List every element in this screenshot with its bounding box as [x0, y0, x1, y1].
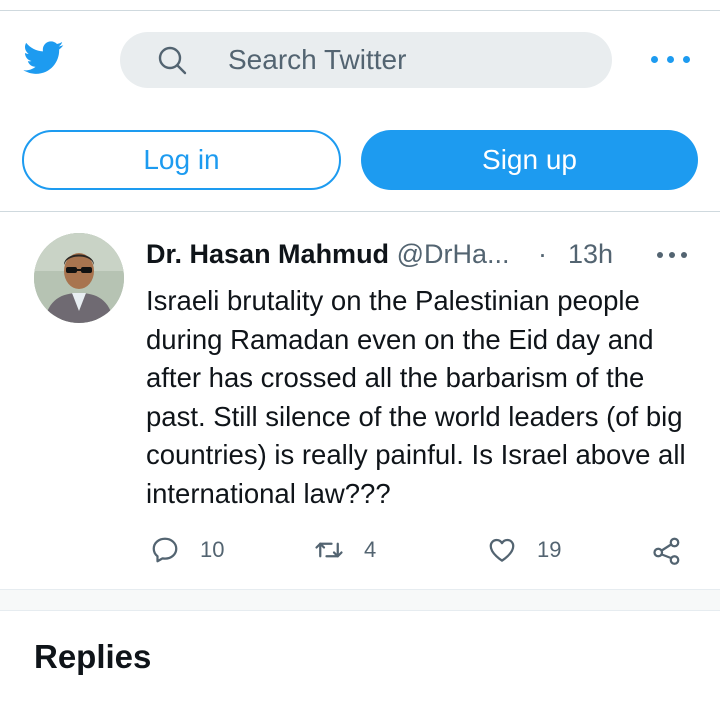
- search-icon: [158, 46, 187, 75]
- share-icon: [653, 537, 680, 565]
- retweet-button[interactable]: 4: [314, 530, 376, 570]
- search-box[interactable]: Search Twitter: [120, 32, 612, 88]
- tweet[interactable]: Dr. Hasan Mahmud @DrHa... · 13h Israeli …: [0, 212, 720, 590]
- meta-separator: ·: [538, 239, 547, 269]
- tweet-actions: 10 4 19: [0, 530, 720, 570]
- more-options-icon[interactable]: [651, 56, 691, 64]
- avatar[interactable]: [34, 233, 124, 323]
- login-button[interactable]: Log in: [22, 130, 341, 190]
- tweet-time[interactable]: 13h: [568, 238, 613, 270]
- top-bar: Search Twitter: [0, 28, 720, 92]
- like-button[interactable]: 19: [487, 530, 561, 570]
- reply-button[interactable]: 10: [150, 530, 224, 570]
- like-count: 19: [537, 537, 562, 562]
- author-handle[interactable]: @DrHa...: [397, 239, 510, 269]
- retweet-count: 4: [364, 537, 377, 562]
- reply-icon: [152, 537, 178, 563]
- signup-button[interactable]: Sign up: [361, 130, 698, 190]
- search-placeholder: Search Twitter: [228, 44, 407, 75]
- section-spacer: [0, 589, 720, 611]
- tweet-header: Dr. Hasan Mahmud @DrHa... · 13h: [146, 238, 613, 270]
- top-divider: [0, 10, 720, 11]
- twitter-bird-icon[interactable]: [20, 37, 68, 77]
- auth-buttons: Log in Sign up: [0, 130, 720, 190]
- heart-icon: [489, 538, 515, 562]
- tweet-text: Israeli brutality on the Palestinian peo…: [146, 285, 686, 509]
- replies-heading: Replies: [34, 638, 152, 675]
- author-name[interactable]: Dr. Hasan Mahmud: [146, 239, 389, 269]
- share-button[interactable]: [652, 530, 682, 570]
- avatar-photo: [34, 233, 124, 323]
- retweet-icon: [315, 542, 343, 558]
- reply-count: 10: [200, 537, 225, 562]
- tweet-more-icon[interactable]: [657, 252, 687, 258]
